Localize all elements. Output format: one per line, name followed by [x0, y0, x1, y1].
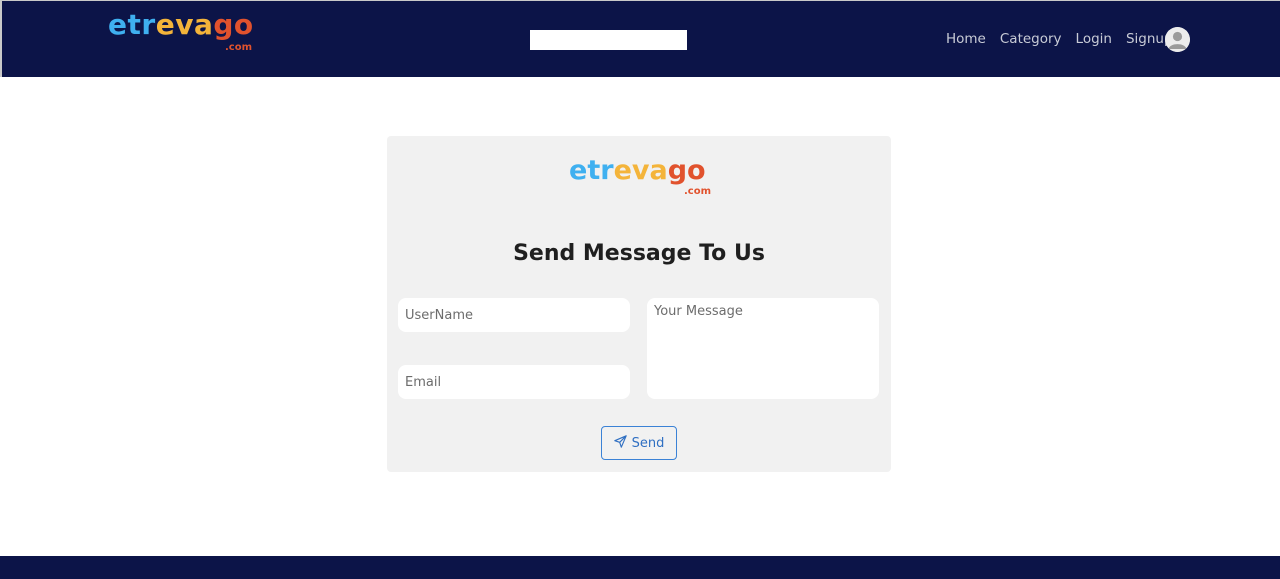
nav-links: Home Category Login Signup: [946, 30, 1187, 48]
brand-suffix: .com: [225, 42, 253, 53]
search-input[interactable]: [530, 30, 687, 50]
brand-wordmark: etrevago: [108, 8, 254, 41]
send-button[interactable]: Send: [601, 426, 677, 460]
card-brand-wordmark: etrevago: [569, 155, 706, 186]
brand-logo[interactable]: etrevago .com: [108, 8, 254, 54]
message-field[interactable]: [647, 298, 879, 399]
send-icon: [613, 434, 627, 452]
contact-card: etrevago .com Send Message To Us Send: [387, 136, 891, 472]
username-field[interactable]: [398, 298, 630, 332]
nav-link-login[interactable]: Login: [1076, 30, 1112, 48]
footer-bar: [0, 556, 1280, 579]
nav-link-category[interactable]: Category: [1000, 30, 1062, 48]
nav-link-home[interactable]: Home: [946, 30, 986, 48]
navbar: etrevago .com Home Category Login Signup: [0, 0, 1280, 77]
card-brand-suffix: .com: [684, 186, 712, 197]
email-field[interactable]: [398, 365, 630, 399]
send-button-label: Send: [631, 435, 665, 451]
user-avatar-icon[interactable]: [1165, 27, 1190, 52]
card-brand-logo: etrevago .com: [569, 155, 711, 197]
page-title: Send Message To Us: [513, 241, 765, 266]
